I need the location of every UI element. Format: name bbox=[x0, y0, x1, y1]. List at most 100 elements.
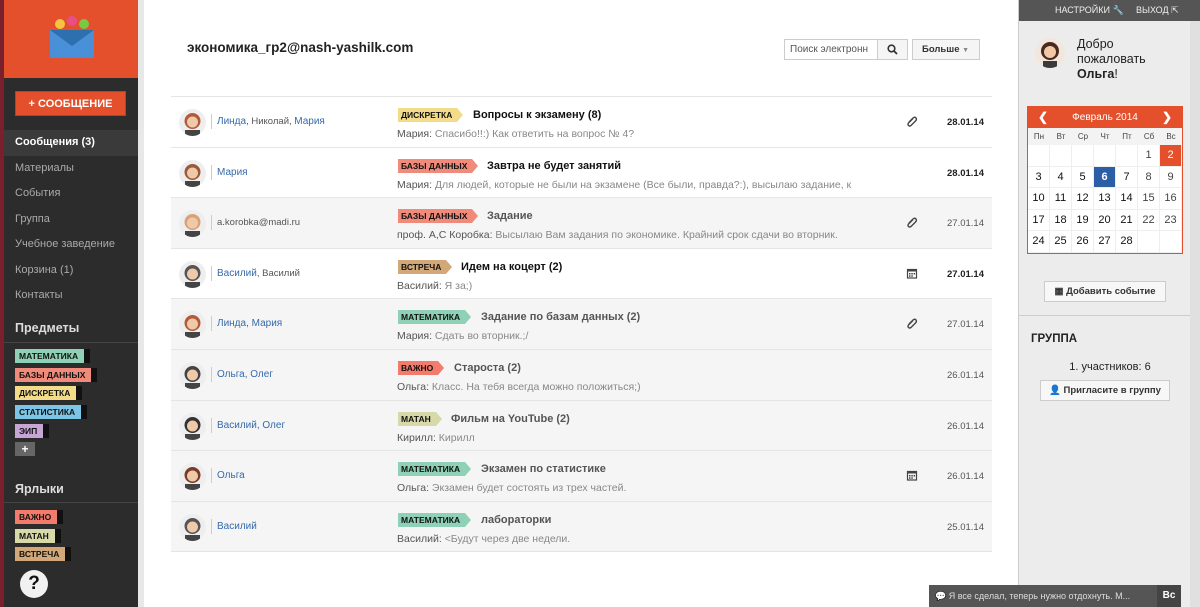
sidebar-item-3[interactable]: Группа bbox=[4, 207, 138, 233]
calendar-day[interactable]: 8 bbox=[1138, 166, 1160, 189]
sender-name[interactable]: Линда, Мария bbox=[217, 318, 282, 329]
search-button[interactable] bbox=[877, 39, 908, 60]
calendar-day[interactable]: 20 bbox=[1094, 209, 1116, 232]
message-senders[interactable]: Ольга, Олег bbox=[217, 369, 273, 380]
message-senders[interactable]: Мария bbox=[217, 167, 248, 178]
message-row[interactable]: Мария БАЗЫ ДАННЫХ Завтра не будет занятий М… bbox=[171, 147, 992, 199]
invite-button[interactable]: 👤 Пригласите в группу bbox=[1040, 380, 1170, 401]
message-row[interactable]: Ольга МАТЕМАТИКА Экзамен по статистике Ольг… bbox=[171, 451, 992, 502]
sidebar-item-6[interactable]: Контакты bbox=[4, 283, 138, 309]
calendar-day[interactable]: 11 bbox=[1050, 188, 1072, 210]
compose-button[interactable]: + СООБЩЕНИЕ bbox=[15, 91, 126, 116]
calendar-day[interactable]: 26 bbox=[1072, 231, 1094, 253]
sender-name[interactable]: Мария bbox=[294, 116, 325, 127]
calendar-day[interactable]: 27 bbox=[1094, 231, 1116, 253]
sender-name[interactable]: Василий bbox=[217, 521, 257, 532]
sender-name[interactable]: Линда bbox=[217, 116, 246, 127]
message-subject[interactable]: Завтра не будет занятий bbox=[487, 160, 621, 172]
message-senders[interactable]: Василий, Олег bbox=[217, 420, 285, 431]
calendar-day[interactable]: 17 bbox=[1028, 209, 1050, 232]
calendar-day[interactable]: 25 bbox=[1050, 231, 1072, 253]
tag-subjects[interactable]: БАЗЫ ДАННЫХ bbox=[15, 367, 98, 382]
calendar-day[interactable]: 16 bbox=[1160, 188, 1182, 210]
sender-name[interactable]: Василий bbox=[217, 268, 257, 279]
calendar-day[interactable]: 19 bbox=[1072, 209, 1094, 232]
message-row[interactable]: Линда, Николай, Мария ДИСКРЕТКА Вопросы к … bbox=[171, 97, 992, 148]
tag-labels[interactable]: ВАЖНО bbox=[15, 510, 64, 524]
message-tag[interactable]: БАЗЫ ДАННЫХ bbox=[398, 209, 473, 224]
message-subject[interactable]: Староста (2) bbox=[454, 362, 521, 374]
sidebar-item-0[interactable]: Сообщения (3) bbox=[4, 130, 138, 156]
message-tag[interactable]: МАТЕМАТИКА bbox=[398, 310, 466, 325]
message-subject[interactable]: лабораторки bbox=[481, 514, 551, 526]
sidebar-item-4[interactable]: Учебное заведение bbox=[4, 232, 138, 258]
scrollbar[interactable] bbox=[1190, 21, 1200, 607]
calendar-day[interactable]: 14 bbox=[1116, 188, 1138, 210]
message-tag[interactable]: МАТЕМАТИКА bbox=[398, 462, 466, 477]
sidebar-item-2[interactable]: События bbox=[4, 181, 138, 207]
logo[interactable] bbox=[4, 0, 138, 78]
message-senders[interactable]: Василий, Василий bbox=[217, 268, 300, 279]
sender-name[interactable]: Ольга bbox=[217, 470, 245, 481]
calendar-day[interactable]: 28 bbox=[1116, 231, 1138, 253]
calendar-day[interactable]: 1 bbox=[1138, 145, 1160, 167]
message-row[interactable]: Василий, Олег МАТАН Фильм на YouTube (2) Ки… bbox=[171, 400, 992, 452]
tag-subjects[interactable]: СТАТИСТИКА bbox=[15, 405, 88, 420]
tag-labels[interactable]: МАТАН bbox=[15, 528, 61, 543]
calendar-day[interactable]: 22 bbox=[1138, 209, 1160, 232]
tag-subjects[interactable]: МАТЕМАТИКА bbox=[15, 349, 91, 363]
message-senders[interactable]: Василий bbox=[217, 521, 257, 532]
calendar-day[interactable]: 3 bbox=[1028, 166, 1050, 189]
message-tag[interactable]: ДИСКРЕТКА bbox=[398, 108, 458, 122]
chat-bar[interactable]: 💬 Я все сделал, теперь нужно отдохнуть. … bbox=[929, 585, 1181, 607]
sender-name[interactable]: Василий, Олег bbox=[217, 420, 285, 431]
logout-link[interactable]: ВЫХОД ⇱ bbox=[1136, 5, 1179, 16]
avatar[interactable] bbox=[1035, 38, 1065, 68]
search-input[interactable]: Поиск электронн bbox=[784, 39, 878, 60]
calendar-day[interactable]: 2 bbox=[1160, 145, 1182, 167]
tag-labels[interactable]: ВСТРЕЧА bbox=[15, 547, 72, 562]
sender-name[interactable]: Мария bbox=[217, 167, 248, 178]
message-subject[interactable]: Фильм на YouTube (2) bbox=[451, 413, 570, 425]
calendar-day[interactable]: 12 bbox=[1072, 188, 1094, 210]
message-tag[interactable]: ВАЖНО bbox=[398, 360, 439, 375]
calendar-day[interactable]: 4 bbox=[1050, 166, 1072, 189]
message-senders[interactable]: Линда, Мария bbox=[217, 318, 282, 329]
message-row[interactable]: Василий МАТЕМАТИКА лабораторки Василий: <Бу… bbox=[171, 501, 992, 553]
message-subject[interactable]: Идем на коцерт (2) bbox=[461, 261, 562, 273]
help-button[interactable]: ? bbox=[20, 570, 48, 598]
message-row[interactable]: a.korobka@madi.ru БАЗЫ ДАННЫХ Задание проф.… bbox=[171, 198, 992, 249]
chat-user-button[interactable]: Вс bbox=[1157, 585, 1181, 607]
sender-name[interactable]: Ольга, Олег bbox=[217, 369, 273, 380]
message-subject[interactable]: Экзамен по статистике bbox=[481, 463, 606, 475]
message-senders[interactable]: Линда, Николай, Мария bbox=[217, 116, 325, 127]
calendar-day[interactable]: 5 bbox=[1072, 166, 1094, 189]
tag-subjects[interactable]: ЭИП bbox=[15, 423, 50, 438]
message-tag[interactable]: ВСТРЕЧА bbox=[398, 259, 447, 274]
message-subject[interactable]: Задание по базам данных (2) bbox=[481, 311, 640, 323]
calendar-day[interactable]: 15 bbox=[1138, 188, 1160, 210]
settings-link[interactable]: НАСТРОЙКИ 🔧 bbox=[1055, 5, 1124, 16]
message-subject[interactable]: Вопросы к экзамену (8) bbox=[473, 109, 601, 121]
calendar-day[interactable]: 9 bbox=[1160, 166, 1182, 189]
sidebar-item-1[interactable]: Материалы bbox=[4, 156, 138, 182]
tag-subjects[interactable]: ДИСКРЕТКА bbox=[15, 386, 83, 401]
calendar-day[interactable]: 21 bbox=[1116, 209, 1138, 232]
calendar-day[interactable]: 18 bbox=[1050, 209, 1072, 232]
calendar-prev-icon[interactable]: ❮ bbox=[1038, 107, 1048, 128]
more-dropdown[interactable]: Больше ▼ bbox=[912, 39, 980, 60]
message-tag[interactable]: МАТАН bbox=[398, 411, 436, 426]
sidebar-item-5[interactable]: Корзина (1) bbox=[4, 258, 138, 284]
calendar-day[interactable]: 6 bbox=[1094, 166, 1116, 189]
calendar-day[interactable]: 7 bbox=[1116, 166, 1138, 189]
message-tag[interactable]: БАЗЫ ДАННЫХ bbox=[398, 158, 473, 173]
message-senders[interactable]: a.korobka@madi.ru bbox=[217, 217, 300, 228]
calendar-day[interactable]: 13 bbox=[1094, 188, 1116, 210]
calendar-next-icon[interactable]: ❯ bbox=[1162, 107, 1172, 128]
message-row[interactable]: Линда, Мария МАТЕМАТИКА Задание по базам д… bbox=[171, 299, 992, 350]
add-event-button[interactable]: ▦ Добавить событие bbox=[1044, 281, 1166, 302]
message-tag[interactable]: МАТЕМАТИКА bbox=[398, 512, 466, 527]
message-senders[interactable]: Ольга bbox=[217, 470, 245, 481]
calendar-day[interactable]: 23 bbox=[1160, 209, 1182, 232]
message-subject[interactable]: Задание bbox=[487, 210, 533, 222]
